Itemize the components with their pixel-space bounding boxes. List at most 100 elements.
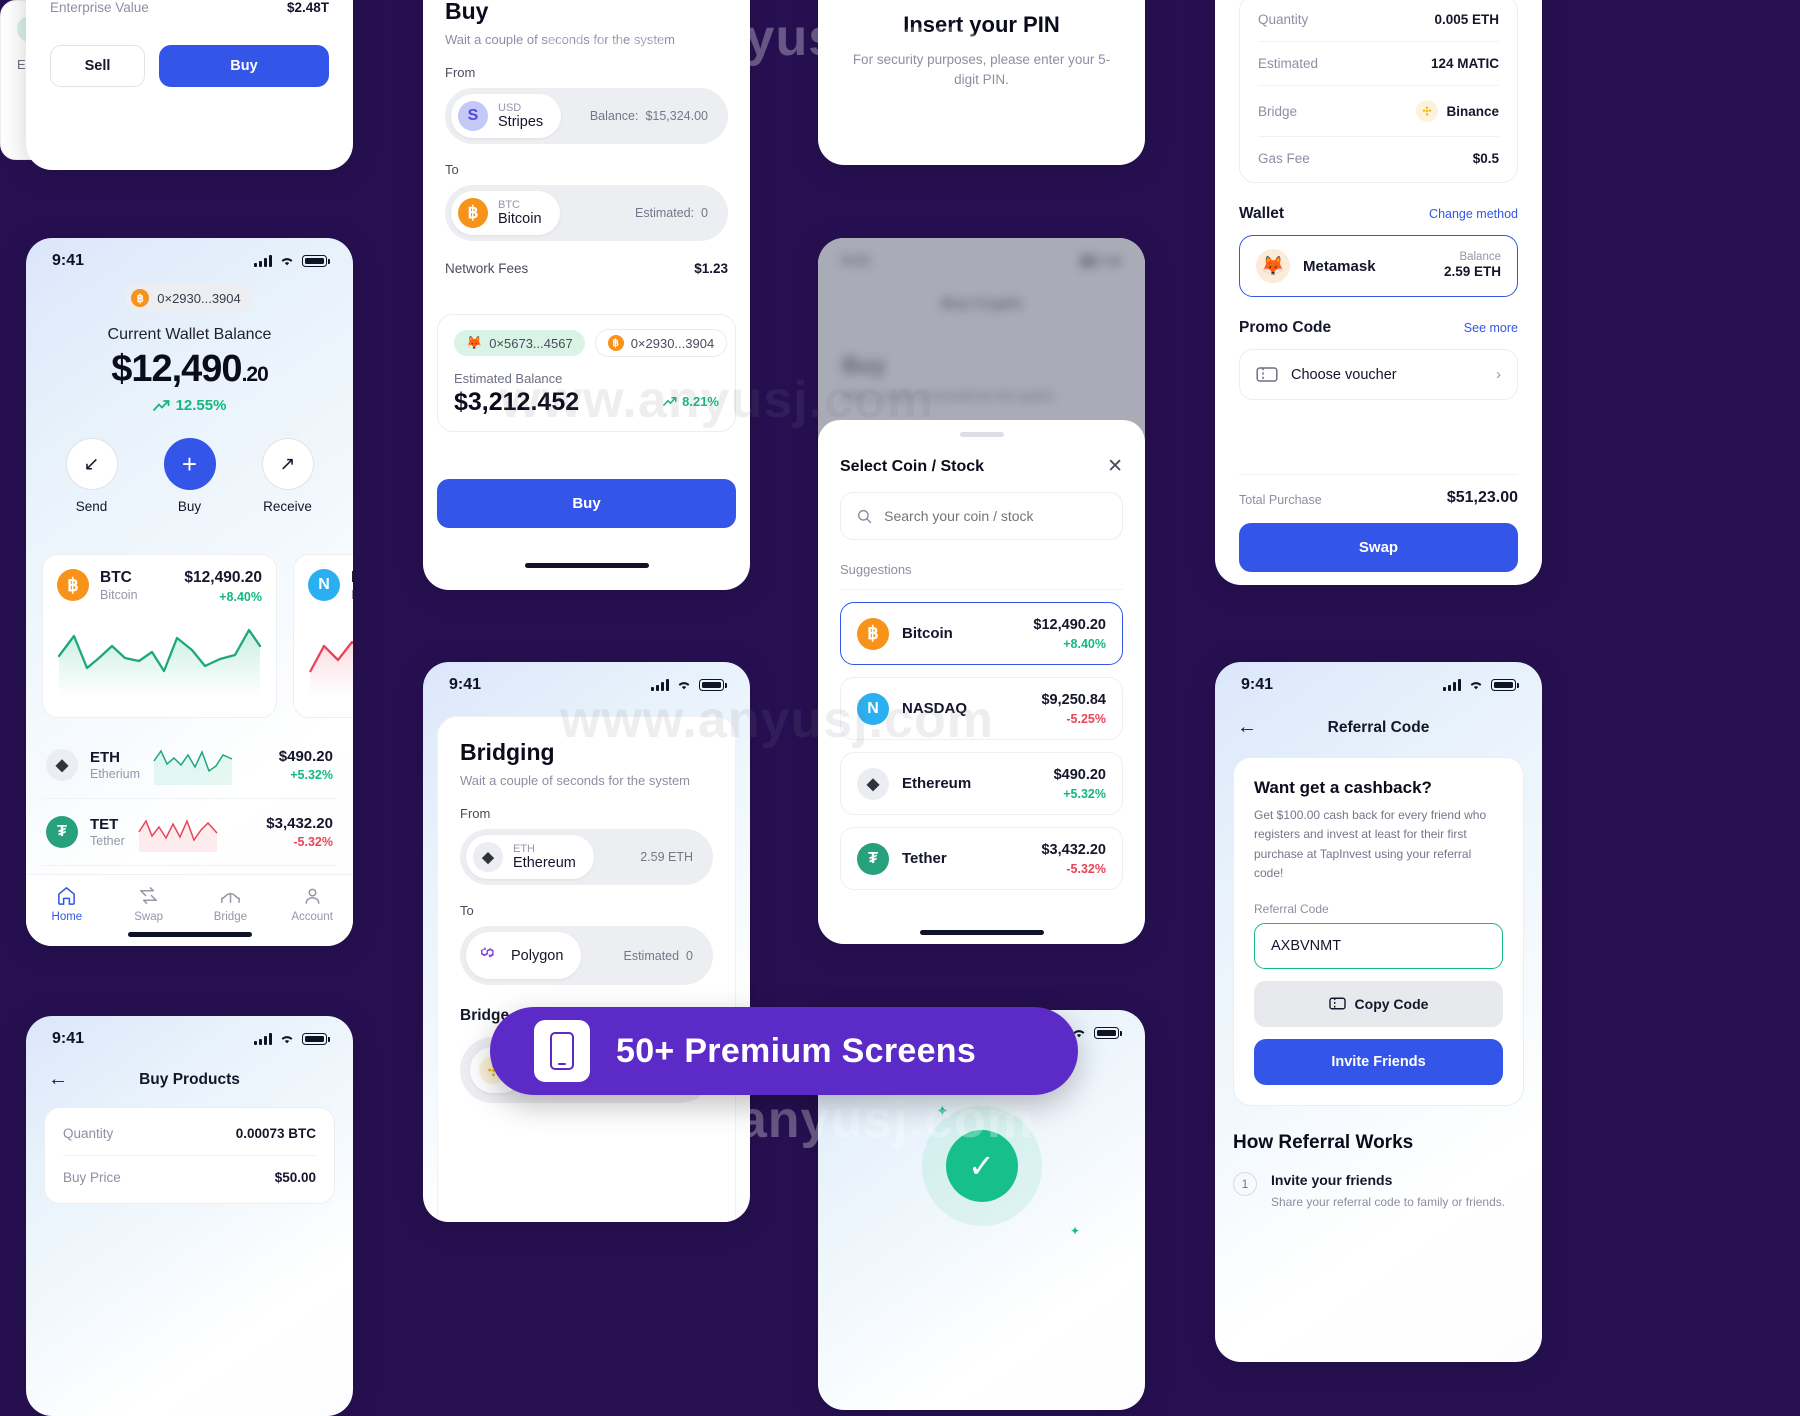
polygon-icon [477,943,501,968]
blurred-background-content: 9:41 ▮▮ ▾ ▰ Buy Crypto Buy Wait a couple … [842,252,1121,403]
total-value: $51,23.00 [1446,489,1518,506]
buy-sheet-screen: Buy Wait a couple of seconds for the sys… [423,0,750,590]
market-card-nasdaq[interactable]: N N N [293,554,353,718]
wallet-home-screen: 9:41 ฿ 0×2930...3904 Current Wallet Bala… [26,238,353,946]
coin-name: Ethereum [902,775,972,792]
tab-home[interactable]: Home [26,885,108,923]
status-time: 9:41 [52,252,85,269]
coin-option-ethereum[interactable]: ◆ Ethereum $490.20 +5.32% [840,752,1123,815]
change-method-link[interactable]: Change method [1429,207,1518,221]
stat-label: Enterprise Value [50,0,149,15]
tab-swap[interactable]: Swap [108,885,190,923]
tab-bridge[interactable]: Bridge [190,885,272,923]
coin-option-nasdaq[interactable]: N NASDAQ $9,250.84 -5.25% [840,677,1123,740]
arrow-up-right-icon[interactable]: ↗ [261,438,314,490]
to-label: To [460,903,474,918]
from-asset-row[interactable]: S USD Stripes Balance: $15,324.00 [445,88,728,144]
from-label: From [445,65,476,80]
receive-label: Receive [263,499,312,514]
estimated-balance-value [17,76,24,104]
sparkle-icon: ✦ [1070,1224,1081,1238]
row-value: 0.005 ETH [1434,12,1499,27]
buy-button[interactable]: Buy [159,45,329,87]
coin-option-bitcoin[interactable]: ฿ Bitcoin $12,490.20 +8.40% [840,602,1123,665]
row-value: $50.00 [274,1170,316,1185]
battery-icon [1491,679,1519,691]
balance-change: 12.55% [46,397,333,414]
summary-row: Bridge Binance [1258,86,1499,137]
table-row: Buy Price $50.00 [63,1156,316,1199]
to-asset-row[interactable]: Polygon Estimated 0 [460,926,713,985]
swap-button[interactable]: Swap [1239,523,1518,572]
address-chip[interactable]: ฿ 0×2930...3904 [594,329,728,357]
chevron-right-icon: › [1496,366,1501,383]
tab-account[interactable]: Account [271,885,353,923]
row-price: $490.20 [278,748,333,765]
check-icon: ✓ [945,1130,1018,1202]
row-value: 0.00073 BTC [235,1126,316,1141]
market-card-btc[interactable]: ฿ BTC Bitcoin $12,490.20 +8.40% [42,554,277,718]
sparkline-chart [57,628,262,698]
choose-voucher-row[interactable]: Choose voucher › [1239,349,1518,400]
sparkline-chart [138,818,218,852]
promo-section-label: Promo Code [1239,319,1332,336]
referral-code-input[interactable]: AXBVNMT [1254,922,1503,969]
buy-action[interactable]: + Buy [162,438,218,514]
table-row: Quantity 0.00073 BTC [63,1112,316,1156]
home-indicator [524,563,649,568]
plus-icon[interactable]: + [163,438,216,490]
coin-price: $9,250.84 [1041,692,1106,708]
list-item[interactable]: ₮ TET Tether $3,432.20 -5.32% [42,799,337,866]
send-action[interactable]: ↙ Send [64,438,120,514]
back-arrow-icon[interactable]: ← [48,1068,68,1091]
card-symbol: BTC [100,569,132,586]
buy-products-screen: 9:41 ← Buy Products Quantity 0.00073 BTC… [26,1016,353,1416]
wallet-balance-label: Balance [1459,251,1501,263]
summary-row: Quantity 0.005 ETH [1258,0,1499,42]
sheet-title: Select Coin / Stock [840,457,985,475]
bitcoin-icon: ฿ [857,617,889,650]
sell-button[interactable]: Sell [50,45,145,87]
row-name: Tether [90,834,125,848]
search-icon [857,509,872,523]
buy-cta-button[interactable]: Buy [437,479,736,528]
referral-code-label: Referral Code [1254,901,1329,916]
row-name: Etherium [90,767,141,781]
asset-symbol: ETH [513,842,535,855]
stat-row: Enterprise Value $2.48T [50,0,329,27]
close-icon[interactable]: ✕ [1107,457,1123,476]
signal-icon [254,1033,272,1045]
asset-symbol: BTC [498,198,520,211]
sparkle-icon: ✦ [936,1103,949,1120]
row-label: Gas Fee [1258,151,1310,166]
coin-option-tether[interactable]: ₮ Tether $3,432.20 -5.32% [840,827,1123,890]
sparkline-chart [153,749,233,785]
battery-icon [1094,1027,1122,1039]
coin-name: Bitcoin [902,625,953,642]
drag-handle[interactable] [959,432,1004,437]
copy-code-button[interactable]: Copy Code [1254,980,1503,1027]
from-asset-row[interactable]: ◆ ETH Ethereum 2.59 ETH [460,829,713,885]
wallet-address-chip[interactable]: ฿ 0×2930...3904 [125,284,254,312]
to-estimated: Estimated: 0 [635,206,708,220]
search-input[interactable] [884,508,1106,524]
wallet-card[interactable]: 🦊 Metamask Balance 2.59 ETH [1239,235,1518,297]
step-title: Invite your friends [1271,1171,1393,1188]
estimated-balance-card: 🦊 0×5673...4567 ฿ 0×2930...3904 Estimate… [437,314,736,432]
receive-action[interactable]: ↗ Receive [260,438,316,514]
tab-label: Bridge [213,911,247,923]
bitcoin-icon: ฿ [131,289,150,307]
back-arrow-icon[interactable]: ← [1237,716,1257,739]
card-change: +8.40% [219,590,262,604]
see-more-link[interactable]: See more [1464,321,1518,335]
list-item[interactable]: ◆ ETH Etherium $490.20 +5.32% [42,732,337,799]
estimated-balance-value: $3,212.452 [454,388,580,416]
search-field[interactable] [840,492,1123,540]
buy-label: Buy [177,499,202,514]
arrow-down-left-icon[interactable]: ↙ [65,438,118,490]
to-asset-row[interactable]: ฿ BTC Bitcoin Estimated: 0 [445,185,728,241]
trend-up-icon [152,400,169,411]
metamask-chip[interactable]: 🦊 0×5673...4567 [454,330,585,356]
invite-friends-button[interactable]: Invite Friends [1254,1038,1503,1085]
promo-text: 50+ Premium Screens [616,1031,977,1070]
